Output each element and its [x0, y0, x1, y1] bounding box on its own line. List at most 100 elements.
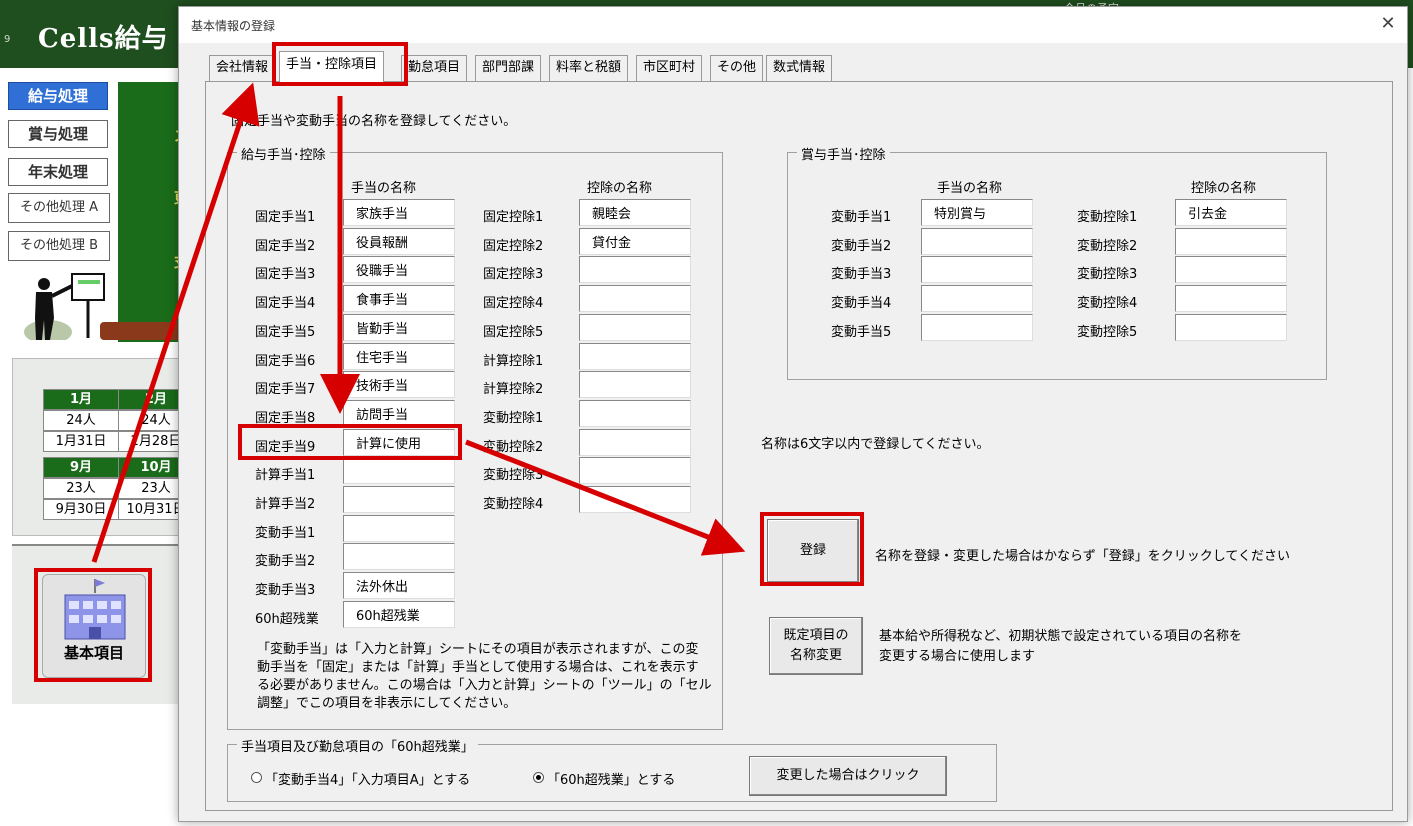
variable-allowance-note: 「変動手当」は「入力と計算」シートにその項目が表示されますが、この変 動手当を「… — [257, 641, 712, 713]
field-label: 固定手当8 — [255, 410, 316, 426]
option-variable-allowance4-label[interactable]: 「変動手当4」「入力項目A」とする — [265, 769, 470, 788]
rename-button-line: 既定項目の — [783, 628, 849, 643]
name-input[interactable]: 役職手当 — [343, 256, 455, 284]
calendar-month: 9月 — [43, 457, 119, 478]
tab-rates-taxes[interactable]: 料率と税額 — [549, 55, 629, 81]
field-label: 固定手当2 — [255, 238, 316, 254]
name-input[interactable] — [579, 428, 691, 456]
name-input[interactable] — [343, 457, 455, 485]
field-label: 計算手当2 — [255, 497, 316, 512]
field-label: 固定手当1 — [255, 210, 316, 225]
field-label: 変動控除2 — [1077, 238, 1138, 254]
tab-formula-info[interactable]: 数式情報 — [766, 55, 833, 81]
other-process-a-button[interactable]: その他処理 A — [8, 193, 110, 223]
option-60h-overtime-radio[interactable] — [533, 772, 544, 783]
name-input[interactable]: 食事手当 — [343, 285, 455, 313]
bonus-process-button[interactable]: 賞与処理 — [8, 120, 108, 148]
apply-overtime-change-button[interactable]: 変更した場合はクリック — [749, 756, 947, 796]
name-input[interactable] — [579, 399, 691, 427]
name-input[interactable] — [579, 285, 691, 313]
field-label: 固定手当9 — [255, 439, 316, 455]
field-label: 計算控除2 — [483, 382, 544, 398]
name-input[interactable]: 貸付金 — [579, 227, 691, 255]
field-label: 変動手当5 — [831, 324, 892, 340]
field-label: 計算控除1 — [483, 353, 544, 369]
name-input[interactable] — [579, 457, 691, 485]
option-60h-overtime-label[interactable]: 「60h超残業」とする — [547, 769, 675, 788]
name-input[interactable] — [579, 313, 691, 341]
name-input[interactable] — [579, 371, 691, 399]
salary-group-legend: 給与手当･控除 — [237, 144, 330, 163]
name-input[interactable] — [1175, 313, 1287, 341]
name-input[interactable] — [921, 285, 1033, 313]
name-input[interactable]: 住宅手当 — [343, 342, 455, 370]
field-label: 変動手当3 — [831, 267, 892, 283]
close-icon[interactable]: ✕ — [1377, 13, 1399, 34]
name-input[interactable]: 引去金 — [1175, 199, 1287, 226]
other-process-b-button[interactable]: その他処理 B — [8, 231, 110, 261]
name-input[interactable] — [579, 486, 691, 513]
tab-municipalities[interactable]: 市区町村 — [636, 55, 703, 81]
name-input[interactable] — [343, 486, 455, 513]
name-input[interactable]: 皆勤手当 — [343, 313, 455, 341]
rename-default-items-button[interactable]: 既定項目の 名称変更 — [769, 617, 863, 675]
field-label: 固定控除3 — [483, 267, 544, 283]
name-input[interactable] — [1175, 256, 1287, 284]
tab-attendance[interactable]: 勤怠項目 — [401, 55, 468, 81]
name-input[interactable]: 特別賞与 — [921, 199, 1033, 226]
salary-process-button[interactable]: 給与処理 — [8, 82, 108, 110]
name-input[interactable] — [921, 313, 1033, 341]
calendar-month: 1月 — [43, 389, 119, 410]
name-input[interactable] — [579, 342, 691, 370]
calendar-date: 1月31日 — [43, 431, 119, 452]
field-label: 変動手当1 — [831, 210, 892, 225]
field-label: 変動控除1 — [1077, 210, 1138, 225]
dialog-title: 基本情報の登録 — [191, 19, 276, 33]
field-label: 固定手当3 — [255, 267, 316, 283]
register-basic-info-dialog: 基本情報の登録 ✕ 会社情報 手当・控除項目 勤怠項目 部門部課 料率と税額 市… — [178, 6, 1408, 822]
field-label: 固定手当7 — [255, 382, 316, 398]
calendar-count: 23人 — [43, 478, 119, 499]
name-input[interactable] — [921, 227, 1033, 255]
name-input[interactable]: 家族手当 — [343, 199, 455, 226]
app-title: Cells給与 — [38, 24, 169, 54]
overtime-group-legend: 手当項目及び勤怠項目の「60h超残業」 — [237, 736, 478, 755]
tab-others[interactable]: その他 — [710, 55, 764, 81]
name-input[interactable] — [1175, 227, 1287, 255]
field-label: 変動手当4 — [831, 296, 892, 312]
field-label: 固定控除1 — [483, 210, 544, 225]
calendar-date: 9月30日 — [43, 499, 119, 520]
note-line: 動手当を「固定」または「計算」手当として使用する場合は、これを表示す — [257, 660, 699, 675]
name-input[interactable]: 訪問手当 — [343, 399, 455, 427]
register-button[interactable]: 登録 — [767, 519, 859, 583]
name-input[interactable]: 親睦会 — [579, 199, 691, 226]
option-variable-allowance4-radio[interactable] — [251, 772, 262, 783]
tab-allowance-deduction[interactable]: 手当・控除項目 — [279, 51, 385, 82]
field-label: 変動手当3 — [255, 583, 316, 599]
year-end-process-button[interactable]: 年末処理 — [8, 158, 108, 186]
name-input[interactable] — [343, 514, 455, 542]
name-input[interactable]: 法外休出 — [343, 572, 455, 600]
note-line: 調整」でこの項目を非表示にしてください。 — [257, 696, 517, 711]
rename-note: 基本給や所得税など、初期状態で設定されている項目の名称を 変更する場合に使用しま… — [879, 627, 1242, 667]
register-note: 名称を登録・変更した場合はかならず「登録」をクリックしてください — [875, 549, 1290, 564]
name-input[interactable] — [921, 256, 1033, 284]
tab-departments[interactable]: 部門部課 — [475, 55, 542, 81]
name-input[interactable] — [579, 256, 691, 284]
name-input[interactable]: 役員報酬 — [343, 227, 455, 255]
name-input[interactable]: 60h超残業 — [343, 600, 455, 628]
bonus-allowance-name-header: 手当の名称 — [937, 181, 1003, 196]
field-label: 変動控除4 — [483, 497, 544, 512]
name-input[interactable] — [343, 543, 455, 571]
name-input[interactable]: 技術手当 — [343, 371, 455, 399]
field-label: 固定手当4 — [255, 296, 316, 312]
intro-text: 固定手当や変動手当の名称を登録してください。 — [231, 114, 517, 129]
tab-company-info[interactable]: 会社情報 — [209, 55, 276, 81]
field-label: 変動手当2 — [255, 554, 316, 570]
row-number: 9 — [4, 34, 11, 45]
bonus-deduction-name-header: 控除の名称 — [1191, 181, 1257, 196]
name-input[interactable]: 計算に使用 — [343, 428, 455, 456]
presenter-figure-icon — [24, 273, 105, 340]
dialog-titlebar — [179, 7, 1407, 43]
name-input[interactable] — [1175, 285, 1287, 313]
